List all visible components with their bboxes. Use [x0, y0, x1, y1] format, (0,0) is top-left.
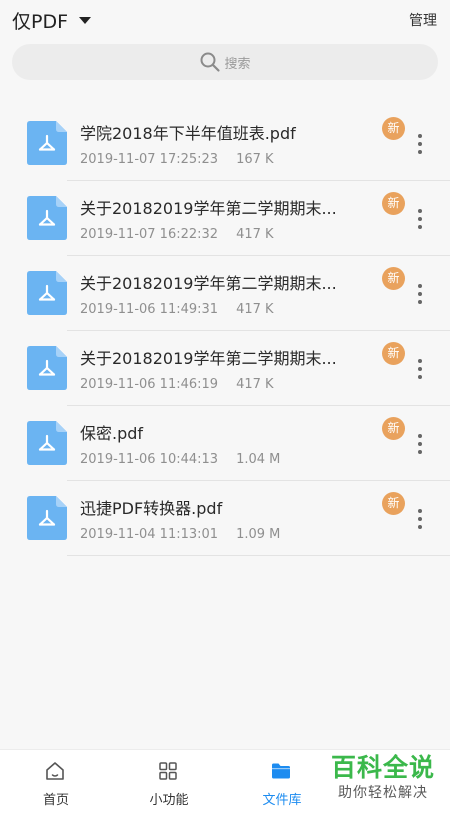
file-meta: 2019-11-07 17:25:23 167 K: [80, 152, 274, 167]
file-date: 2019-11-06 10:44:13: [80, 452, 219, 467]
new-badge: 新: [382, 117, 405, 140]
file-row[interactable]: 学院2018年下半年值班表.pdf 2019-11-07 17:25:23 167 …: [0, 106, 450, 181]
tab-home[interactable]: 首页: [0, 750, 112, 815]
file-size: 417 K: [236, 302, 274, 317]
more-dot: [418, 434, 422, 438]
more-options-icon[interactable]: [408, 207, 432, 231]
pdf-file-icon: [27, 421, 67, 465]
file-meta: 2019-11-06 11:46:19 417 K: [80, 377, 274, 392]
home-icon: [46, 762, 64, 780]
file-date: 2019-11-06 11:49:31: [80, 302, 219, 317]
pdf-file-icon: [27, 496, 67, 540]
file-name: 关于20182019学年第二学期期末...: [80, 349, 337, 368]
file-name: 关于20182019学年第二学期期末...: [80, 274, 337, 293]
more-dot: [418, 225, 422, 229]
more-dot: [418, 375, 422, 379]
file-date: 2019-11-04 11:13:01: [80, 527, 219, 542]
row-divider: [67, 555, 450, 556]
file-row[interactable]: 关于20182019学年第二学期期末... 2019-11-07 16:22:32…: [0, 181, 450, 256]
tab-home-label: 首页: [42, 793, 69, 808]
more-dot: [418, 517, 422, 521]
more-dot: [418, 292, 422, 296]
more-dot: [418, 525, 422, 529]
app-header: 仅PDF 管理: [0, 0, 450, 40]
search-icon: [200, 52, 221, 72]
filter-label: 仅PDF: [12, 11, 69, 33]
more-options-icon[interactable]: [408, 357, 432, 381]
more-dot: [418, 300, 422, 304]
watermark-title: 百科全说: [330, 753, 435, 782]
file-date: 2019-11-06 11:46:19: [80, 377, 219, 392]
more-dot: [418, 150, 422, 154]
caret-down-icon: [79, 17, 92, 24]
file-meta: 2019-11-07 16:22:32 417 K: [80, 227, 274, 242]
file-row[interactable]: 关于20182019学年第二学期期末... 2019-11-06 11:49:31…: [0, 256, 450, 331]
file-meta: 2019-11-06 11:49:31 417 K: [80, 302, 274, 317]
more-dot: [418, 442, 422, 446]
more-dot: [418, 509, 422, 513]
folder-icon: [272, 763, 290, 779]
pdf-file-icon: [27, 271, 67, 315]
file-name: 学院2018年下半年值班表.pdf: [80, 124, 296, 143]
more-dot: [418, 209, 422, 213]
file-name: 保密.pdf: [80, 424, 144, 443]
more-dot: [418, 284, 422, 288]
new-badge: 新: [382, 342, 405, 365]
file-size: 1.09 M: [236, 527, 281, 542]
tab-tools[interactable]: 小功能: [113, 750, 225, 815]
file-name: 迅捷PDF转换器.pdf: [80, 499, 223, 518]
new-badge: 新: [382, 492, 405, 515]
watermark-subtitle: 助你轻松解决: [338, 785, 428, 801]
new-badge: 新: [382, 267, 405, 290]
manage-button[interactable]: 管理: [409, 10, 437, 30]
more-options-icon[interactable]: [408, 132, 432, 156]
file-type-filter[interactable]: 仅PDF: [12, 7, 92, 34]
file-meta: 2019-11-06 10:44:13 1.04 M: [80, 452, 280, 467]
search-placeholder: 搜索: [224, 56, 251, 72]
file-size: 417 K: [236, 377, 274, 392]
file-size: 417 K: [236, 227, 274, 242]
file-date: 2019-11-07 17:25:23: [80, 152, 219, 167]
pdf-file-icon: [27, 196, 67, 240]
file-list: 学院2018年下半年值班表.pdf 2019-11-07 17:25:23 167 …: [0, 106, 450, 556]
more-dot: [418, 134, 422, 138]
more-options-icon[interactable]: [408, 507, 432, 531]
file-size: 1.04 M: [236, 452, 281, 467]
more-options-icon[interactable]: [408, 282, 432, 306]
file-meta: 2019-11-04 11:13:01 1.09 M: [80, 527, 280, 542]
file-size: 167 K: [236, 152, 274, 167]
pdf-file-icon: [27, 121, 67, 165]
file-row[interactable]: 保密.pdf 2019-11-06 10:44:13 1.04 M 新: [0, 406, 450, 481]
more-dot: [418, 359, 422, 363]
more-dot: [418, 367, 422, 371]
more-dot: [418, 450, 422, 454]
file-row[interactable]: 关于20182019学年第二学期期末... 2019-11-06 11:46:19…: [0, 331, 450, 406]
tab-tools-label: 小功能: [149, 793, 189, 808]
search-input[interactable]: 搜索: [12, 44, 438, 80]
file-date: 2019-11-07 16:22:32: [80, 227, 219, 242]
more-options-icon[interactable]: [408, 432, 432, 456]
new-badge: 新: [382, 417, 405, 440]
pdf-file-icon: [27, 346, 67, 390]
grid-icon: [159, 762, 177, 780]
watermark-logo: 百科全说 助你轻松解决: [320, 752, 446, 808]
more-dot: [418, 217, 422, 221]
more-dot: [418, 142, 422, 146]
file-row[interactable]: 迅捷PDF转换器.pdf 2019-11-04 11:13:01 1.09 M 新: [0, 481, 450, 556]
new-badge: 新: [382, 192, 405, 215]
file-name: 关于20182019学年第二学期期末...: [80, 199, 337, 218]
